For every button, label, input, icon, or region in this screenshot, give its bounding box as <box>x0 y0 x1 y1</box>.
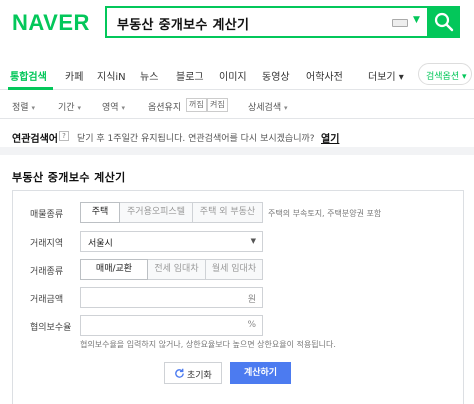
tab-image[interactable]: 이미지 <box>219 68 247 83</box>
caret-down-icon: ▾ <box>77 104 81 112</box>
amount-unit: 원 <box>247 295 256 305</box>
filter-bar: 정렬 ▾ 기간 ▾ 영역 ▾ 옵션유지 꺼짐 켜짐 상세검색 ▾ <box>0 91 474 119</box>
fee-rate-unit: % <box>247 320 256 330</box>
header: NAVER 부동산 중개보수 계산기 ▼ <box>0 0 474 56</box>
search-input[interactable]: 부동산 중개보수 계산기 ▼ <box>105 6 427 38</box>
caret-down-icon: ▾ <box>284 104 288 112</box>
refresh-icon <box>175 368 184 378</box>
fee-rate-input[interactable]: % <box>80 315 263 336</box>
deal-type-label: 거래종류 <box>30 267 64 277</box>
tab-video[interactable]: 동영상 <box>262 68 290 83</box>
property-type-other[interactable]: 주택 외 부동산 <box>192 202 263 223</box>
keyboard-icon[interactable] <box>392 19 408 27</box>
chevron-down-icon: ▼ <box>250 237 256 245</box>
chevron-down-icon[interactable]: ▼ <box>413 15 420 25</box>
naver-logo[interactable]: NAVER <box>12 10 90 36</box>
tab-news[interactable]: 뉴스 <box>140 68 158 83</box>
property-type-label: 매물종류 <box>30 210 64 220</box>
related-open-link[interactable]: 열기 <box>321 130 339 145</box>
amount-input[interactable]: 원 <box>80 287 263 308</box>
active-tab-indicator <box>8 87 53 90</box>
search-icon <box>434 12 454 32</box>
tab-kin[interactable]: 지식iN <box>97 68 126 83</box>
search-button[interactable] <box>427 6 460 38</box>
option-keep-off[interactable]: 꺼짐 <box>186 98 207 112</box>
search-option-button[interactable]: 검색옵션 ▾ <box>418 63 472 85</box>
related-label: 연관검색어 <box>12 134 58 145</box>
filter-sort[interactable]: 정렬 ▾ <box>12 100 35 113</box>
deal-type-jeonse[interactable]: 전세 임대차 <box>147 259 206 280</box>
search-tabs: 통합검색 카페 지식iN 뉴스 블로그 이미지 동영상 어학사전 더보기 ▾ <box>0 56 474 90</box>
search-query-text[interactable]: 부동산 중개보수 계산기 <box>117 14 249 33</box>
region-select[interactable]: 서울시 ▼ <box>80 231 263 252</box>
tab-dictionary[interactable]: 어학사전 <box>306 68 343 83</box>
filter-period[interactable]: 기간 ▾ <box>58 100 81 113</box>
region-value: 서울시 <box>88 239 113 249</box>
tab-cafe[interactable]: 카페 <box>65 68 83 83</box>
caret-down-icon: ▾ <box>31 104 35 112</box>
deal-type-sale[interactable]: 매매/교환 <box>80 259 148 280</box>
amount-label: 거래금액 <box>30 295 64 305</box>
option-keep-on[interactable]: 켜짐 <box>207 98 228 112</box>
reset-button[interactable]: 초기화 <box>164 362 222 384</box>
help-icon[interactable]: ? <box>59 131 69 141</box>
related-search-bar: 연관검색어 ? 닫기 후 1주일간 유지됩니다. 연관검색어를 다시 보시겠습니… <box>0 119 474 155</box>
deal-type-monthly[interactable]: 월세 임대차 <box>205 259 263 280</box>
related-message: 닫기 후 1주일간 유지됩니다. 연관검색어를 다시 보시겠습니까? <box>77 134 315 144</box>
property-type-helper: 주택의 부속토지, 주택분양권 포함 <box>268 209 382 218</box>
search-option-label: 검색옵션 ▾ <box>426 72 467 82</box>
region-label: 거래지역 <box>30 239 64 249</box>
calculator-title: 부동산 중개보수 계산기 <box>12 171 126 184</box>
reset-label: 초기화 <box>187 371 212 381</box>
tab-integrated[interactable]: 통합검색 <box>10 68 47 83</box>
tab-more[interactable]: 더보기 ▾ <box>368 68 404 83</box>
filter-detail[interactable]: 상세검색 ▾ <box>248 100 288 113</box>
property-type-officetel[interactable]: 주거용오피스텔 <box>119 202 193 223</box>
fee-rate-helper: 협의보수율을 입력하지 않거나, 상한요율보다 높으면 상한요율이 적용됩니다. <box>80 340 336 349</box>
filter-area[interactable]: 영역 ▾ <box>102 100 125 113</box>
property-type-house[interactable]: 주택 <box>80 202 120 223</box>
caret-down-icon: ▾ <box>121 104 125 112</box>
fee-rate-label: 협의보수율 <box>30 323 72 333</box>
filter-option-keep: 옵션유지 <box>148 103 182 113</box>
tab-blog[interactable]: 블로그 <box>176 68 204 83</box>
calculate-button[interactable]: 계산하기 <box>230 362 291 384</box>
